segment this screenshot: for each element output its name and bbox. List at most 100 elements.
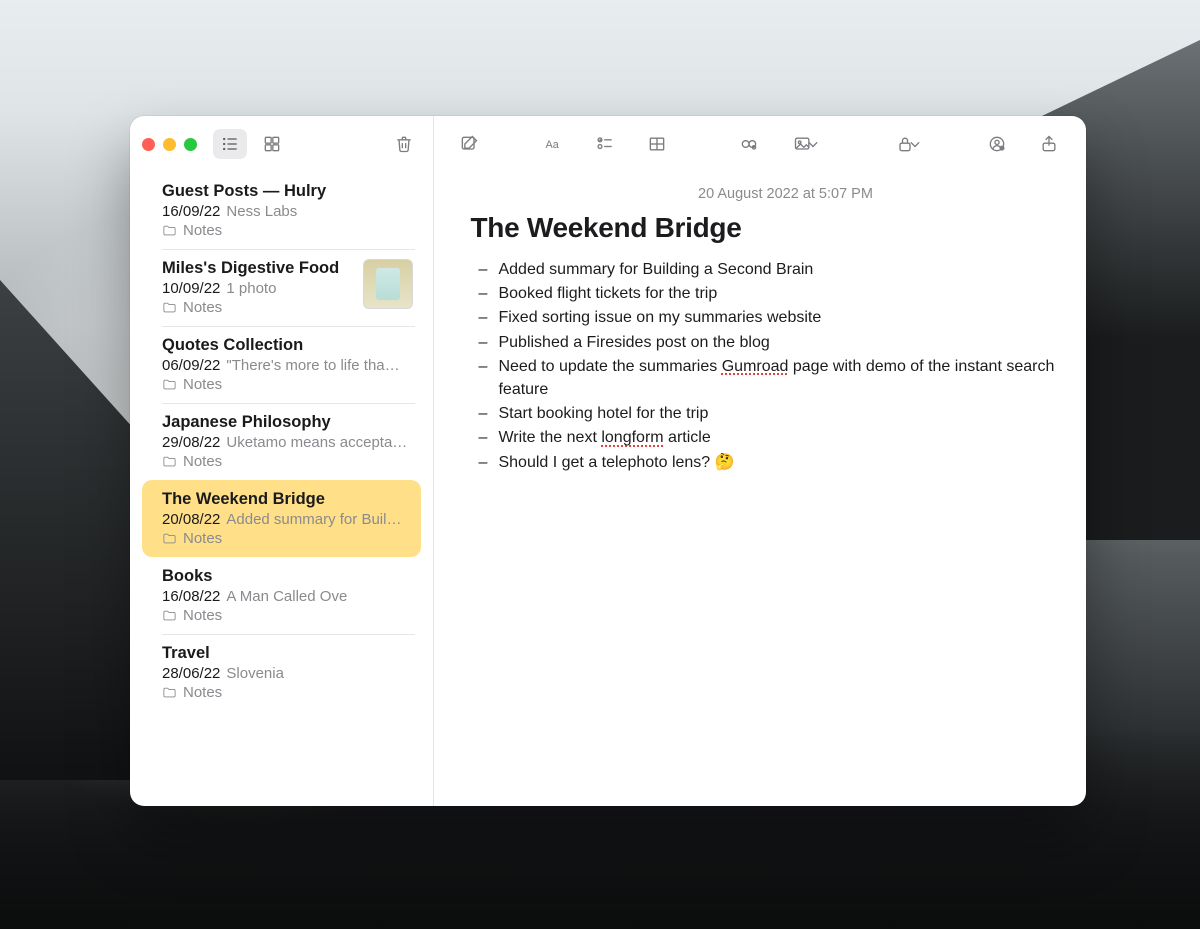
compose-icon	[459, 134, 479, 154]
note-folder-label: Notes	[183, 376, 222, 393]
list-item-text: Write the next longform article	[498, 429, 710, 446]
folder-icon	[162, 300, 177, 315]
note-subline: 29/08/22Uketamo means accepta…	[162, 434, 413, 451]
note-date: 29/08/22	[162, 434, 220, 451]
list-item[interactable]: Added summary for Building a Second Brai…	[470, 258, 1086, 281]
note-preview: A Man Called Ove	[226, 588, 347, 605]
link-button[interactable]	[732, 129, 766, 159]
svg-text:Aa: Aa	[546, 139, 560, 151]
note-title: Travel	[162, 644, 413, 663]
window-controls	[142, 138, 197, 151]
share-icon	[1039, 134, 1059, 154]
list-item-text: Need to update the summaries Gumroad pag…	[498, 358, 1054, 398]
note-thumbnail	[363, 259, 413, 309]
note-subline: 28/06/22Slovenia	[162, 665, 413, 682]
note-folder: Notes	[162, 376, 413, 393]
note-folder: Notes	[162, 684, 413, 701]
spellcheck-underline: Gumroad	[722, 358, 789, 375]
lock-button[interactable]	[886, 129, 934, 159]
media-button[interactable]	[784, 129, 832, 159]
note-subline: 20/08/22 Added summary for Buil…	[162, 511, 401, 528]
close-window-button[interactable]	[142, 138, 155, 151]
note-folder-label: Notes	[183, 299, 222, 316]
spellcheck-underline: longform	[601, 429, 663, 446]
notes-app-window: Guest Posts — Hulry 16/09/22Ness Labs No…	[130, 116, 1086, 806]
collaborate-icon	[987, 134, 1007, 154]
checklist-icon	[595, 134, 615, 154]
notes-list[interactable]: Guest Posts — Hulry 16/09/22Ness Labs No…	[130, 172, 433, 806]
note-list-item[interactable]: Books 16/08/22 A Man Called Ove Notes	[130, 557, 433, 634]
list-item-text: Published a Firesides post on the blog	[498, 334, 769, 351]
note-date: 06/09/22	[162, 357, 220, 374]
note-folder: Notes	[162, 530, 401, 547]
note-subline: 16/09/22Ness Labs	[162, 203, 413, 220]
grid-view-button[interactable]	[255, 129, 289, 159]
note-date: 10/09/22	[162, 280, 220, 297]
note-folder-label: Notes	[183, 453, 222, 470]
note-date: 20/08/22	[162, 511, 220, 528]
search-button[interactable]	[1084, 129, 1086, 159]
folder-icon	[162, 608, 177, 623]
note-preview: "There's more to life tha…	[226, 357, 399, 374]
new-note-button[interactable]	[452, 129, 486, 159]
chevron-down-icon	[905, 134, 925, 154]
note-heading[interactable]: The Weekend Bridge	[470, 212, 1086, 244]
fullscreen-window-button[interactable]	[184, 138, 197, 151]
list-item-text: Added summary for Building a Second Brai…	[498, 261, 813, 278]
link-icon	[739, 134, 759, 154]
note-folder: Notes	[162, 607, 413, 624]
note-folder-label: Notes	[183, 684, 222, 701]
note-folder-label: Notes	[183, 607, 222, 624]
sidebar-toolbar	[130, 116, 433, 172]
checklist-button[interactable]	[588, 129, 622, 159]
note-list-item[interactable]: Miles's Digestive Food 10/09/22 1 photo N…	[130, 249, 433, 326]
list-item-text: Start booking hotel for the trip	[498, 405, 708, 422]
note-title: The Weekend Bridge	[162, 490, 401, 509]
delete-note-button[interactable]	[387, 129, 421, 159]
note-list-item[interactable]: Japanese Philosophy 29/08/22Uketamo mean…	[130, 403, 433, 480]
folder-icon	[162, 685, 177, 700]
note-subline: 06/09/22 "There's more to life tha…	[162, 357, 413, 374]
collaborate-button[interactable]	[980, 129, 1014, 159]
note-list-item[interactable]: Guest Posts — Hulry 16/09/22Ness Labs No…	[130, 172, 433, 249]
note-date: 16/08/22	[162, 588, 220, 605]
list-view-button[interactable]	[213, 129, 247, 159]
note-content-area[interactable]: 20 August 2022 at 5:07 PM The Weekend Br…	[434, 172, 1086, 806]
note-body-list[interactable]: Added summary for Building a Second Brai…	[470, 258, 1086, 474]
editor-pane: Aa 20 August 2022 at 5:07 PM The We	[434, 116, 1086, 806]
trash-icon	[394, 134, 414, 154]
desktop-wallpaper: Guest Posts — Hulry 16/09/22Ness Labs No…	[0, 0, 1200, 929]
note-title: Japanese Philosophy	[162, 413, 413, 432]
note-preview: 1 photo	[226, 280, 276, 297]
editor-toolbar: Aa	[434, 116, 1086, 172]
list-item[interactable]: Need to update the summaries Gumroad pag…	[470, 355, 1086, 401]
note-list-item-selected[interactable]: The Weekend Bridge 20/08/22 Added summary…	[142, 480, 421, 557]
list-item-text: Booked flight tickets for the trip	[498, 285, 717, 302]
table-button[interactable]	[640, 129, 674, 159]
format-text-button[interactable]: Aa	[536, 129, 570, 159]
list-item[interactable]: Published a Firesides post on the blog	[470, 331, 1086, 354]
list-item[interactable]: Should I get a telephoto lens? 🤔	[470, 451, 1086, 474]
note-title: Guest Posts — Hulry	[162, 182, 413, 201]
grid-icon	[262, 134, 282, 154]
list-item[interactable]: Fixed sorting issue on my summaries webs…	[470, 306, 1086, 329]
note-folder: Notes	[162, 222, 413, 239]
text-format-icon: Aa	[543, 134, 563, 154]
note-preview: Ness Labs	[226, 203, 297, 220]
minimize-window-button[interactable]	[163, 138, 176, 151]
note-list-item[interactable]: Travel 28/06/22Slovenia Notes	[130, 634, 433, 711]
note-preview: Slovenia	[226, 665, 284, 682]
note-folder-label: Notes	[183, 530, 222, 547]
list-item-text: Should I get a telephoto lens? 🤔	[498, 454, 734, 471]
note-title: Books	[162, 567, 413, 586]
list-item[interactable]: Write the next longform article	[470, 426, 1086, 449]
note-title: Miles's Digestive Food	[162, 259, 353, 278]
list-item[interactable]: Start booking hotel for the trip	[470, 402, 1086, 425]
note-list-item[interactable]: Quotes Collection 06/09/22"There's more …	[130, 326, 433, 403]
note-preview: Added summary for Buil…	[226, 511, 401, 528]
list-item[interactable]: Booked flight tickets for the trip	[470, 282, 1086, 305]
note-folder: Notes	[162, 299, 353, 316]
folder-icon	[162, 454, 177, 469]
share-button[interactable]	[1032, 129, 1066, 159]
folder-icon	[162, 377, 177, 392]
